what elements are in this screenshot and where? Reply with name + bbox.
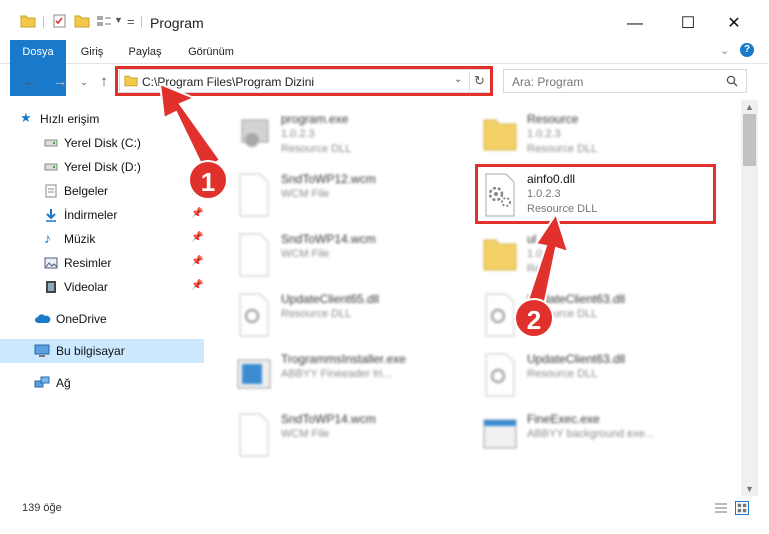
installer-icon	[237, 359, 271, 389]
file-list: program.exe 1.0.2.3 Resource DLL Resourc…	[210, 104, 740, 484]
customize-icon[interactable]	[96, 14, 112, 28]
step-1-badge: 1	[188, 160, 228, 200]
close-button[interactable]: ✕	[714, 10, 754, 38]
pin-icon[interactable]: 📌	[191, 232, 203, 243]
network-icon	[34, 376, 50, 388]
exe-file-icon	[241, 119, 269, 147]
sidebar-item-network[interactable]: Ağ	[0, 371, 204, 395]
pictures-icon	[44, 257, 58, 269]
maximize-button[interactable]: ☐	[668, 10, 708, 38]
file-item[interactable]: SndToWP14.wcm WCM File	[234, 406, 484, 462]
up-arrow-icon[interactable]: ↑	[94, 72, 114, 92]
new-folder-icon[interactable]	[74, 14, 90, 28]
sidebar-item-downloads[interactable]: İndirmeler 📌	[0, 203, 204, 227]
tab-view[interactable]: Görünüm	[180, 40, 242, 64]
file-highlight	[475, 164, 716, 224]
scroll-up-icon[interactable]: ▲	[741, 100, 758, 114]
pin-icon[interactable]: 📌	[191, 208, 203, 219]
document-file-icon	[239, 173, 269, 217]
drive-icon	[44, 139, 58, 147]
sidebar-item-videos[interactable]: Videolar 📌	[0, 275, 204, 299]
help-icon[interactable]: ?	[740, 43, 754, 57]
search-icon[interactable]	[726, 75, 738, 87]
dll-file-icon	[485, 353, 515, 397]
tab-share[interactable]: Paylaş	[122, 40, 168, 64]
item-count: 139 öğe	[22, 502, 62, 514]
sidebar-item-onedrive[interactable]: OneDrive	[0, 307, 204, 331]
folder-icon	[483, 119, 517, 151]
tab-home[interactable]: Giriş	[72, 40, 112, 64]
navigation-pane: ★ Hızlı erişim Yerel Disk (C:) Yerel Dis…	[0, 104, 205, 484]
file-item[interactable]: TrogrammsInstaller.exe ABBYY Fineeader t…	[234, 346, 484, 402]
music-icon: ♪	[44, 230, 51, 246]
address-highlight	[115, 66, 493, 96]
file-item[interactable]: ul 1.0 Re	[480, 226, 730, 282]
status-bar: 139 öğe	[0, 496, 769, 520]
pin-icon[interactable]: 📌	[191, 256, 203, 267]
file-item[interactable]: SndToWP14.wcm WCM File	[234, 226, 484, 282]
expand-ribbon-icon[interactable]: ⌄	[720, 44, 729, 57]
file-item[interactable]: UpdateClient65.dll Resource DLL	[234, 286, 484, 342]
window-title: Program	[150, 15, 204, 31]
document-file-icon	[239, 413, 269, 457]
search-placeholder: Ara: Program	[512, 75, 584, 89]
cloud-icon	[35, 314, 51, 323]
sidebar-item-pictures[interactable]: Resimler 📌	[0, 251, 204, 275]
vertical-scrollbar[interactable]: ▲ ▼	[741, 100, 758, 496]
chevron-down-icon[interactable]: ▼	[114, 15, 123, 25]
pin-down-icon[interactable]: =	[127, 14, 135, 29]
pin-icon[interactable]: 📌	[191, 280, 203, 291]
sidebar-item-quick-access[interactable]: ★ Hızlı erişim	[0, 107, 204, 131]
details-view-icon[interactable]	[714, 502, 728, 514]
sidebar-item-local-disk-d[interactable]: Yerel Disk (D:)	[0, 155, 204, 179]
sidebar-item-this-pc[interactable]: Bu bilgisayar	[0, 339, 204, 363]
scroll-thumb[interactable]	[743, 114, 756, 166]
step-2-badge: 2	[514, 298, 554, 338]
folder-icon	[483, 239, 517, 271]
file-item[interactable]: FineExec.exe ABBYY background exe...	[480, 406, 730, 462]
minimize-button[interactable]: —	[615, 10, 655, 38]
file-item[interactable]: program.exe 1.0.2.3 Resource DLL	[234, 106, 484, 162]
exe-file-icon	[483, 419, 517, 449]
properties-icon[interactable]	[52, 14, 68, 28]
folder-icon	[20, 15, 36, 28]
sidebar-item-music[interactable]: ♪ Müzik 📌	[0, 227, 204, 251]
computer-icon	[34, 344, 50, 357]
title-bar: | ▼ = | Program — ☐ ✕	[0, 0, 769, 40]
ribbon: Dosya Giriş Paylaş Görünüm ⌄ ?	[0, 40, 769, 96]
scroll-down-icon[interactable]: ▼	[741, 482, 758, 496]
recent-chevron-icon[interactable]: ⌄	[74, 72, 94, 92]
back-arrow-icon[interactable]: ←	[20, 72, 40, 92]
file-item[interactable]: Resource 1.0.2.3 Resource DLL	[480, 106, 730, 162]
star-icon: ★	[20, 110, 32, 125]
video-icon	[46, 281, 56, 293]
documents-icon	[45, 184, 57, 198]
file-item[interactable]: UpdateClient63.dll Resource DLL	[480, 346, 730, 402]
tiles-view-icon[interactable]	[735, 501, 749, 515]
dll-file-icon	[239, 293, 269, 337]
file-item[interactable]: SndToWP12.wcm WCM File	[234, 166, 484, 222]
forward-arrow-icon[interactable]: →	[50, 72, 70, 92]
search-input[interactable]: Ara: Program	[503, 69, 747, 93]
document-file-icon	[239, 233, 269, 277]
sidebar-item-local-disk-c[interactable]: Yerel Disk (C:)	[0, 131, 204, 155]
sidebar-item-documents[interactable]: Belgeler 📌	[0, 179, 204, 203]
drive-icon	[44, 163, 58, 171]
download-icon	[46, 209, 56, 222]
